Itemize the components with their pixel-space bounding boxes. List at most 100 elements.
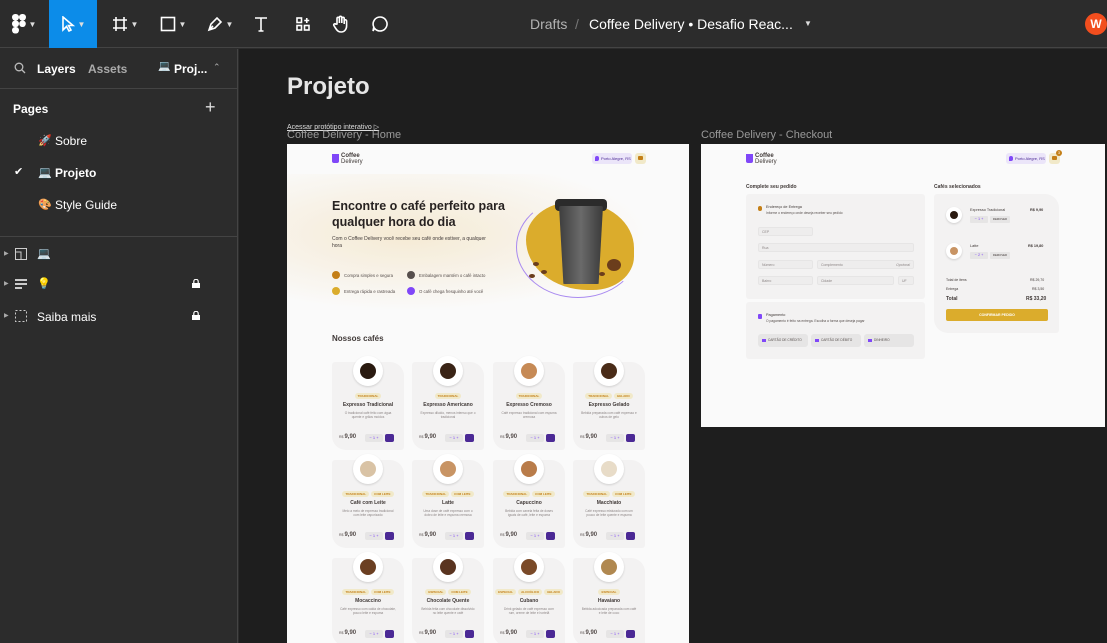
frame-checkout[interactable]: Coffee Delivery Porto Alegre, RS 3 Compl…: [701, 144, 1105, 427]
user-avatar[interactable]: W: [1085, 13, 1107, 35]
location-badge[interactable]: Porto Alegre, RS: [592, 153, 632, 164]
remove-button[interactable]: REMOVER: [990, 216, 1010, 223]
complement-input[interactable]: Complemento Opcional: [817, 260, 914, 269]
add-to-cart-button[interactable]: [385, 434, 394, 442]
quantity-stepper[interactable]: − 1 +: [606, 630, 624, 638]
layer-row-saiba-mais[interactable]: ▶ Saiba mais: [0, 303, 238, 331]
hero-title: Encontre o café perfeito para qualquer h…: [332, 199, 505, 229]
tab-assets[interactable]: Assets: [88, 62, 127, 76]
design-canvas[interactable]: Projeto Acessar protótipo interativo ▷ C…: [239, 49, 1107, 643]
add-page-icon[interactable]: +: [205, 97, 216, 118]
location-badge[interactable]: Porto Alegre, RS: [1006, 153, 1046, 164]
remove-button[interactable]: REMOVER: [990, 252, 1010, 259]
quantity-stepper[interactable]: − 1 +: [606, 532, 624, 540]
payment-debit-button[interactable]: CARTÃO DE DÉBITO: [811, 334, 861, 347]
add-to-cart-button[interactable]: [385, 630, 394, 638]
add-to-cart-button[interactable]: [465, 630, 474, 638]
add-to-cart-button[interactable]: [626, 630, 635, 638]
file-menu-chevron-icon[interactable]: ▼: [804, 19, 812, 28]
frame-label-checkout[interactable]: Coffee Delivery - Checkout: [701, 129, 832, 141]
quantity-stepper[interactable]: − 1 +: [365, 434, 383, 442]
quantity-stepper[interactable]: − 1 +: [526, 630, 544, 638]
payment-cash-button[interactable]: DINHEIRO: [864, 334, 914, 347]
add-to-cart-button[interactable]: [546, 532, 555, 540]
neighborhood-input[interactable]: Bairro: [758, 276, 813, 285]
coffee-description: Expresso diluído, menos intenso que o tr…: [420, 411, 476, 419]
add-to-cart-button[interactable]: [465, 434, 474, 442]
cep-input[interactable]: CEP: [758, 227, 813, 236]
coffee-description: Café expresso com calda de chocolate, po…: [340, 607, 396, 615]
add-to-cart-button[interactable]: [626, 434, 635, 442]
add-to-cart-button[interactable]: [465, 532, 474, 540]
search-icon[interactable]: [14, 62, 26, 74]
quantity-stepper[interactable]: − 1 +: [365, 630, 383, 638]
quantity-stepper[interactable]: − 1 +: [445, 630, 463, 638]
quantity-stepper[interactable]: − 1 +: [526, 532, 544, 540]
resources-tool-button[interactable]: [288, 0, 318, 48]
coffee-card[interactable]: TRADICIONAL Expresso Americano Expresso di…: [412, 356, 484, 450]
tab-layers[interactable]: Layers: [37, 62, 76, 76]
hand-icon: [333, 15, 348, 33]
street-input[interactable]: Rua: [758, 243, 914, 252]
quantity-stepper[interactable]: − 1 +: [970, 216, 988, 223]
page-item-sobre[interactable]: 🚀 Sobre: [0, 127, 238, 155]
coffee-card[interactable]: ESPECIAL Havaiano Bebida adocicada prepara…: [573, 552, 645, 643]
lock-icon[interactable]: [192, 311, 200, 320]
comment-tool-button[interactable]: [365, 0, 395, 48]
lock-icon[interactable]: [192, 279, 200, 288]
hand-tool-button[interactable]: [326, 0, 356, 48]
coffee-tag: COM LEITE: [612, 491, 635, 497]
layer-row[interactable]: ▶ 💡: [0, 271, 238, 299]
breadcrumb-drafts[interactable]: Drafts: [530, 16, 567, 32]
payment-credit-button[interactable]: CARTÃO DE CRÉDITO: [758, 334, 808, 347]
quantity-stepper[interactable]: − 2 +: [970, 252, 988, 259]
file-title[interactable]: Coffee Delivery • Desafio Reac...: [589, 16, 793, 32]
quantity-stepper[interactable]: − 1 +: [365, 532, 383, 540]
coffee-tag: COM LEITE: [371, 589, 394, 595]
coffee-card[interactable]: TRADICIONAL COM LEITE Latte Uma dose de caf…: [412, 454, 484, 548]
confirm-order-button[interactable]: CONFIRMAR PEDIDO: [946, 309, 1048, 321]
add-to-cart-button[interactable]: [546, 630, 555, 638]
coffee-card[interactable]: ESPECIAL COM LEITE Chocolate Quente Bebida …: [412, 552, 484, 643]
number-input[interactable]: Número: [758, 260, 813, 269]
add-to-cart-button[interactable]: [626, 532, 635, 540]
move-tool-button[interactable]: ▼: [49, 0, 97, 48]
coffee-card[interactable]: ESPECIAL ALCOÓLICO GELADO Cubano Drink gelad…: [493, 552, 565, 643]
quantity-stepper[interactable]: − 1 +: [445, 434, 463, 442]
coffee-card[interactable]: TRADICIONAL COM LEITE Capuccino Bebida com …: [493, 454, 565, 548]
frame-home[interactable]: Coffee Delivery Porto Alegre, RS Encontr…: [287, 144, 689, 643]
feature-label: O café chega fresquinho até você: [419, 288, 484, 294]
rocket-icon: 🚀: [38, 135, 52, 147]
page-item-style-guide[interactable]: 🎨 Style Guide: [0, 191, 238, 219]
layer-row[interactable]: ▶ 💻: [0, 241, 238, 269]
page-switcher[interactable]: Proj...: [174, 62, 207, 76]
uf-input[interactable]: UF: [898, 276, 914, 285]
comment-icon: [372, 16, 388, 32]
quantity-stepper[interactable]: − 1 +: [606, 434, 624, 442]
frame-label-home[interactable]: Coffee Delivery - Home: [287, 129, 401, 141]
chevron-up-icon[interactable]: ⌃: [213, 62, 221, 73]
text-tool-button[interactable]: [246, 0, 276, 48]
expand-arrow-icon[interactable]: ▶: [4, 312, 9, 319]
add-to-cart-button[interactable]: [546, 434, 555, 442]
quantity-stepper[interactable]: − 1 +: [526, 434, 544, 442]
page-item-projeto[interactable]: ✔ 💻 Projeto: [0, 159, 238, 187]
coffee-card[interactable]: TRADICIONAL GELADO Expresso Gelado Bebida p…: [573, 356, 645, 450]
frame-tool-button[interactable]: ▼: [105, 0, 145, 48]
checkout-right-heading: Cafés selecionados: [934, 184, 981, 190]
coffee-card[interactable]: TRADICIONAL Expresso Cremoso Café expresso…: [493, 356, 565, 450]
coffee-card[interactable]: TRADICIONAL Expresso Tradicional O tradici…: [332, 356, 404, 450]
city-input[interactable]: Cidade: [817, 276, 894, 285]
coffee-price: R$ 9,90: [500, 630, 517, 636]
quantity-stepper[interactable]: − 1 +: [445, 532, 463, 540]
main-menu-button[interactable]: ▼: [0, 0, 48, 48]
coffee-card[interactable]: TRADICIONAL COM LEITE Mocaccino Café expres…: [332, 552, 404, 643]
coffee-card[interactable]: TRADICIONAL COM LEITE Café com Leite Meio a…: [332, 454, 404, 548]
shape-tool-button[interactable]: ▼: [153, 0, 193, 48]
cart-icon[interactable]: [635, 153, 646, 164]
expand-arrow-icon[interactable]: ▶: [4, 280, 9, 287]
pen-tool-button[interactable]: ▼: [200, 0, 240, 48]
coffee-card[interactable]: TRADICIONAL COM LEITE Macchiato Café expres…: [573, 454, 645, 548]
expand-arrow-icon[interactable]: ▶: [4, 250, 9, 257]
add-to-cart-button[interactable]: [385, 532, 394, 540]
